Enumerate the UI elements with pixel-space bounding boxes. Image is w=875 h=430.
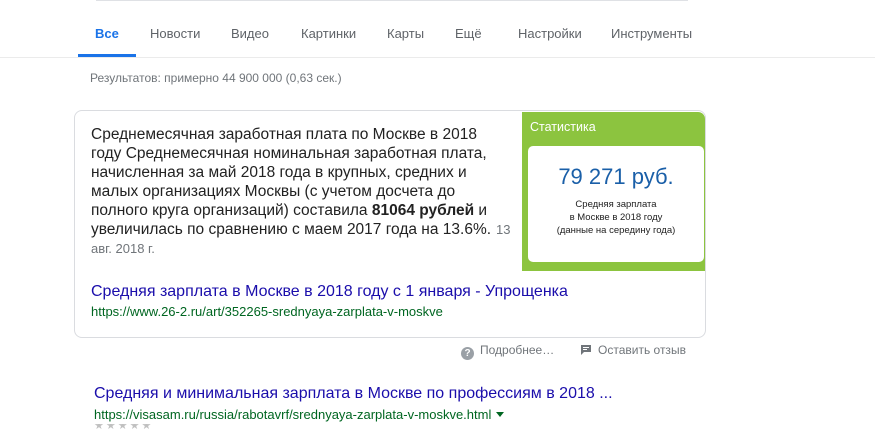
statistics-desc-line: в Москве в 2018 году (569, 212, 663, 223)
statistics-title: Статистика (530, 120, 596, 134)
snippet-result-url: https://www.26-2.ru/art/352265-srednyaya… (91, 304, 443, 319)
result-url-text: https://visasam.ru/russia/rabotavrf/sred… (94, 407, 492, 422)
tabs-divider (0, 57, 875, 58)
leave-feedback-link[interactable]: Оставить отзыв (580, 343, 686, 357)
result-title-link[interactable]: Средняя и минимальная зарплата в Москве … (94, 385, 613, 403)
tab-more[interactable]: Ещё (455, 26, 482, 41)
statistics-description: Средняя зарплата в Москве в 2018 году (д… (528, 198, 704, 237)
more-info-link[interactable]: ? Подробнее… (461, 343, 554, 360)
tab-all[interactable]: Все (95, 26, 119, 41)
search-box-bottom-edge (96, 0, 688, 1)
tab-images[interactable]: Картинки (301, 26, 356, 41)
statistics-box: 79 271 руб. Средняя зарплата в Москве в … (528, 146, 704, 262)
tab-settings[interactable]: Настройки (518, 26, 582, 41)
rating-stars-icon: ★★★★★ (94, 424, 154, 430)
snippet-bold-value: 81064 рублей (371, 202, 475, 219)
result-url: https://visasam.ru/russia/rabotavrf/sred… (94, 407, 505, 422)
statistics-value: 79 271 руб. (558, 164, 674, 189)
featured-snippet: Среднемесячная заработная плата по Москв… (74, 110, 706, 338)
statistics-desc-line: Средняя зарплата (575, 199, 657, 210)
statistics-desc-line: (данные на середину года) (556, 225, 676, 236)
url-dropdown-icon[interactable] (496, 412, 505, 417)
feedback-icon (581, 345, 591, 355)
tab-maps[interactable]: Карты (387, 26, 424, 41)
tab-video[interactable]: Видео (231, 26, 269, 41)
snippet-text: Среднемесячная заработная плата по Москв… (91, 125, 511, 258)
leave-feedback-label: Оставить отзыв (598, 343, 686, 357)
statistics-panel: Статистика 79 271 руб. Средняя зарплата … (522, 112, 705, 271)
help-icon: ? (461, 347, 474, 360)
tab-news[interactable]: Новости (150, 26, 200, 41)
tab-tools[interactable]: Инструменты (611, 26, 692, 41)
more-info-label: Подробнее… (480, 343, 555, 357)
snippet-result-title-link[interactable]: Средняя зарплата в Москве в 2018 году с … (91, 283, 568, 301)
result-stats: Результатов: примерно 44 900 000 (0,63 с… (90, 71, 342, 85)
